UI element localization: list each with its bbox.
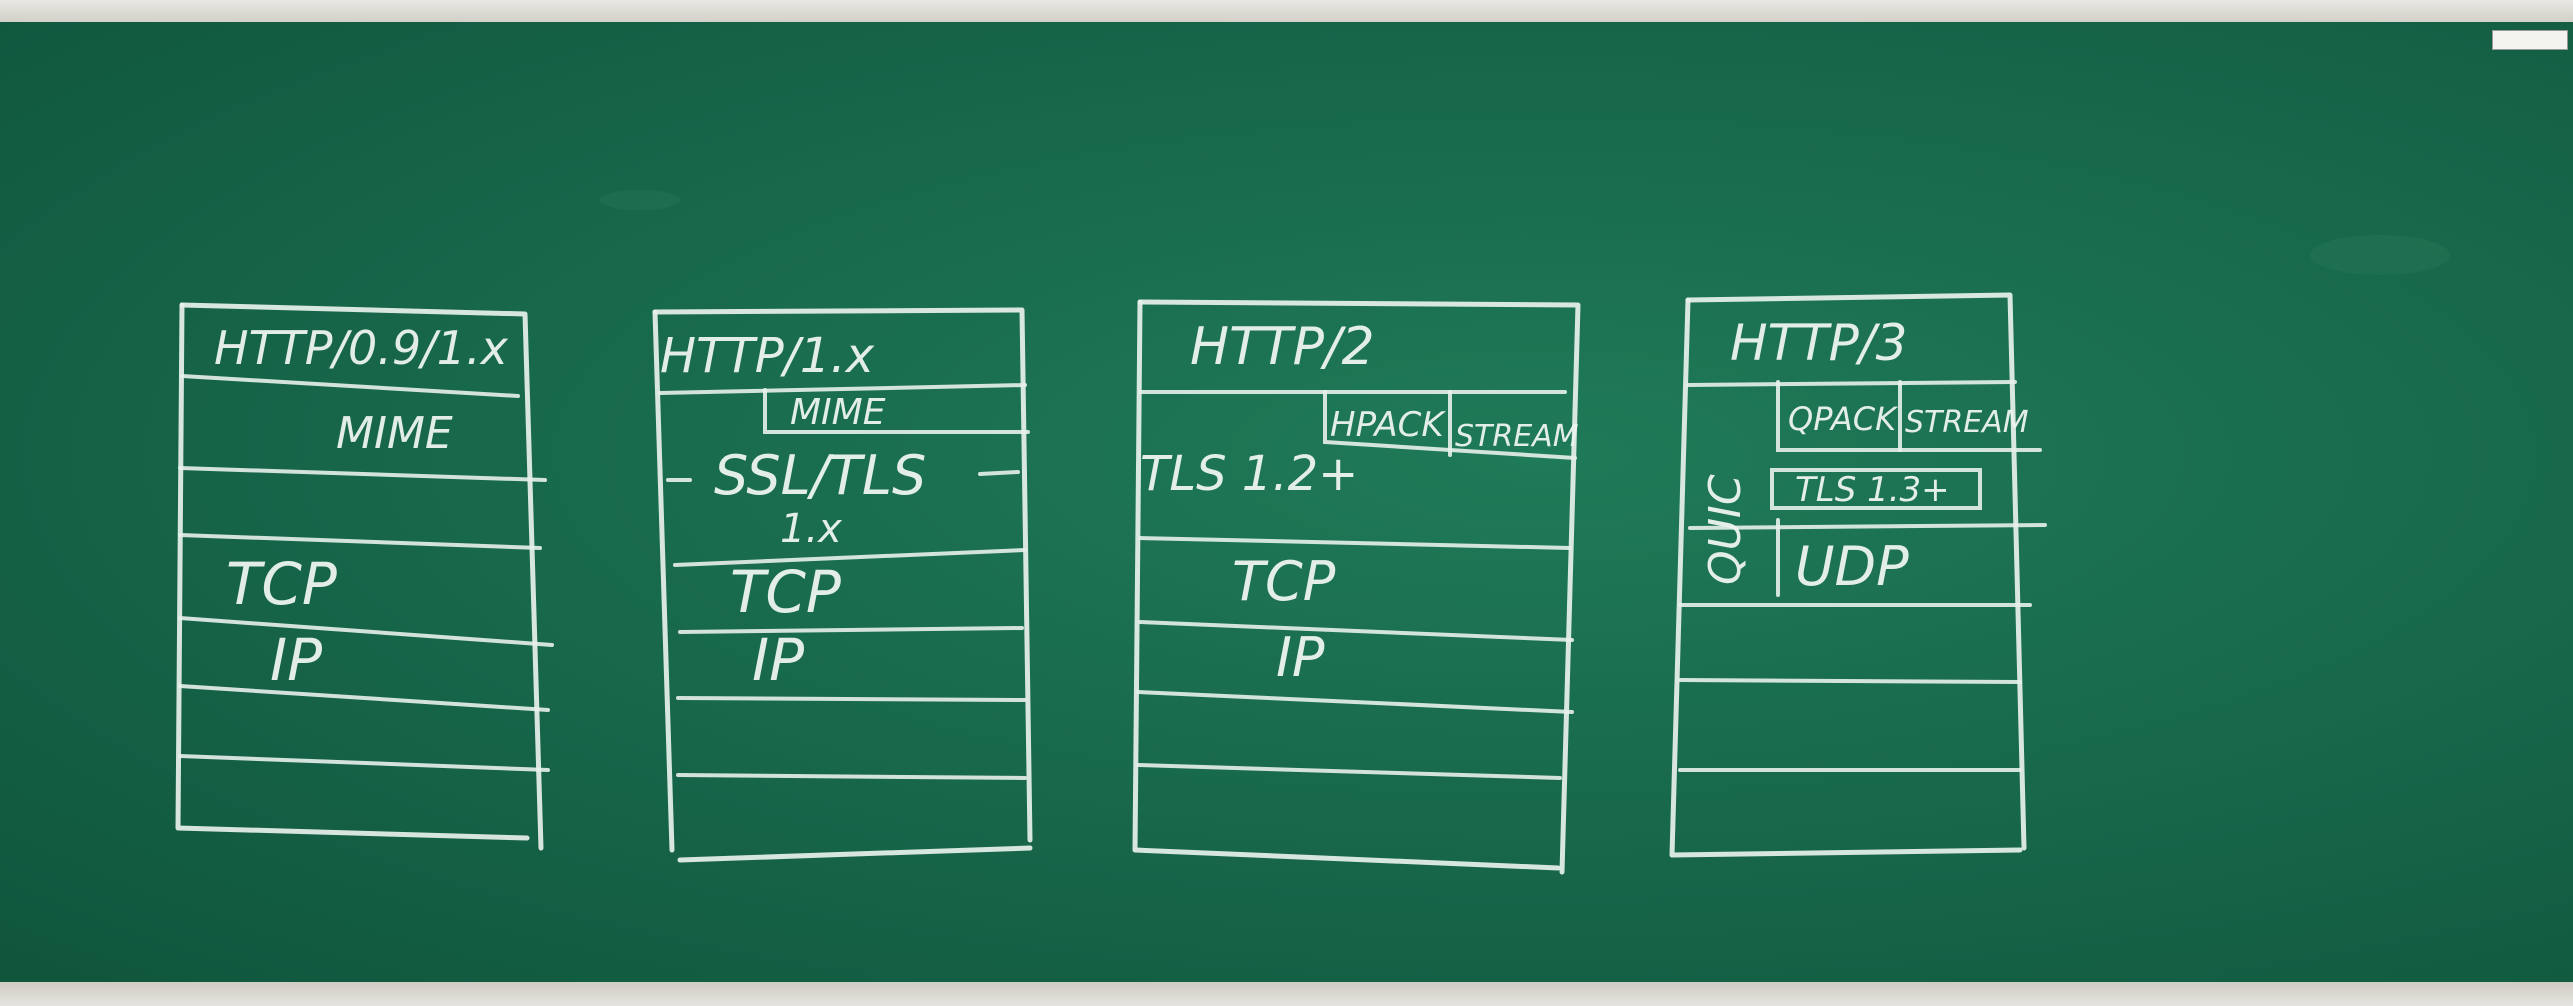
stack-3-hpack-label: HPACK — [1330, 405, 1446, 445]
stack-3-divider — [1136, 763, 1562, 780]
stack-1-ip-label: IP — [270, 626, 322, 694]
stack-2-divider — [673, 548, 1027, 567]
stack-2-ip-label: IP — [752, 626, 804, 694]
stack-4-tls-label: TLS 1.3+ — [1795, 470, 1950, 510]
stack-http1-legacy: HTTP/0.9/1.x MIME TCP IP — [175, 302, 554, 851]
chalk-smudge — [2310, 235, 2450, 275]
stack-3-divider — [1138, 620, 1574, 642]
stack-1-divider — [178, 754, 550, 772]
stack-1-divider — [178, 533, 542, 550]
stack-3-outline-top-right — [1137, 299, 1581, 875]
stack-2-divider — [676, 773, 1027, 780]
stack-2-divider — [678, 626, 1024, 634]
stack-http3: HTTP/3 QPACK STREAM TLS 1.3+ QUIC UDP — [1669, 292, 2047, 858]
stack-4-divider — [1678, 678, 2022, 684]
stack-1-tcp-label: TCP — [226, 550, 337, 618]
stack-2-outline-bottom — [677, 845, 1033, 863]
stack-http1x: HTTP/1.x MIME SSL/TLS 1.x TCP IP — [652, 307, 1033, 863]
stack-4-qpack-label: QPACK — [1788, 400, 1899, 438]
stack-3-tcp-label: TCP — [1232, 550, 1336, 613]
stack-3-divider — [1136, 690, 1574, 714]
stack-4-protocol-label: HTTP/3 — [1730, 314, 1908, 372]
chalk-drawing: HTTP/0.9/1.x MIME TCP IP HTTP/1.x MIME S… — [175, 190, 2450, 875]
stack-http2: HTTP/2 HPACK STREAM TLS 1.2+ TCP IP — [1132, 299, 1581, 875]
stack-4-quic-label: QUIC — [1700, 474, 1751, 585]
stack-3-tls-label: TLS 1.2+ — [1140, 446, 1358, 502]
stack-1-divider — [178, 466, 547, 482]
stack-2-tls-label: SSL/TLS — [714, 444, 926, 507]
stack-2-tcp-label: TCP — [730, 558, 841, 626]
stack-1-mime-label: MIME — [336, 408, 453, 459]
stack-2-protocol-label: HTTP/1.x — [660, 328, 875, 384]
stack-3-protocol-label: HTTP/2 — [1190, 317, 1375, 377]
chalk-smudge — [600, 190, 680, 210]
stack-2-tls-version-label: 1.x — [780, 506, 842, 552]
stack-1-protocol-label: HTTP/0.9/1.x — [214, 321, 509, 375]
stack-4-divider — [1686, 380, 2017, 387]
stack-2-divider — [676, 696, 1027, 702]
stack-1-divider — [178, 616, 554, 647]
stack-3-ip-label: IP — [1276, 626, 1325, 689]
stack-3-outline-left-bottom — [1132, 299, 1561, 871]
stack-3-divider — [1138, 536, 1572, 550]
stack-4-stream-label: STREAM — [1905, 405, 2029, 440]
stack-1-divider — [180, 374, 520, 398]
stack-2-mime-label: MIME — [790, 392, 886, 433]
stack-2-tls-tick — [978, 470, 1020, 476]
stack-1-divider — [178, 684, 550, 712]
stack-4-udp-label: UDP — [1795, 535, 1909, 598]
stack-3-stream-label: STREAM — [1455, 419, 1579, 454]
